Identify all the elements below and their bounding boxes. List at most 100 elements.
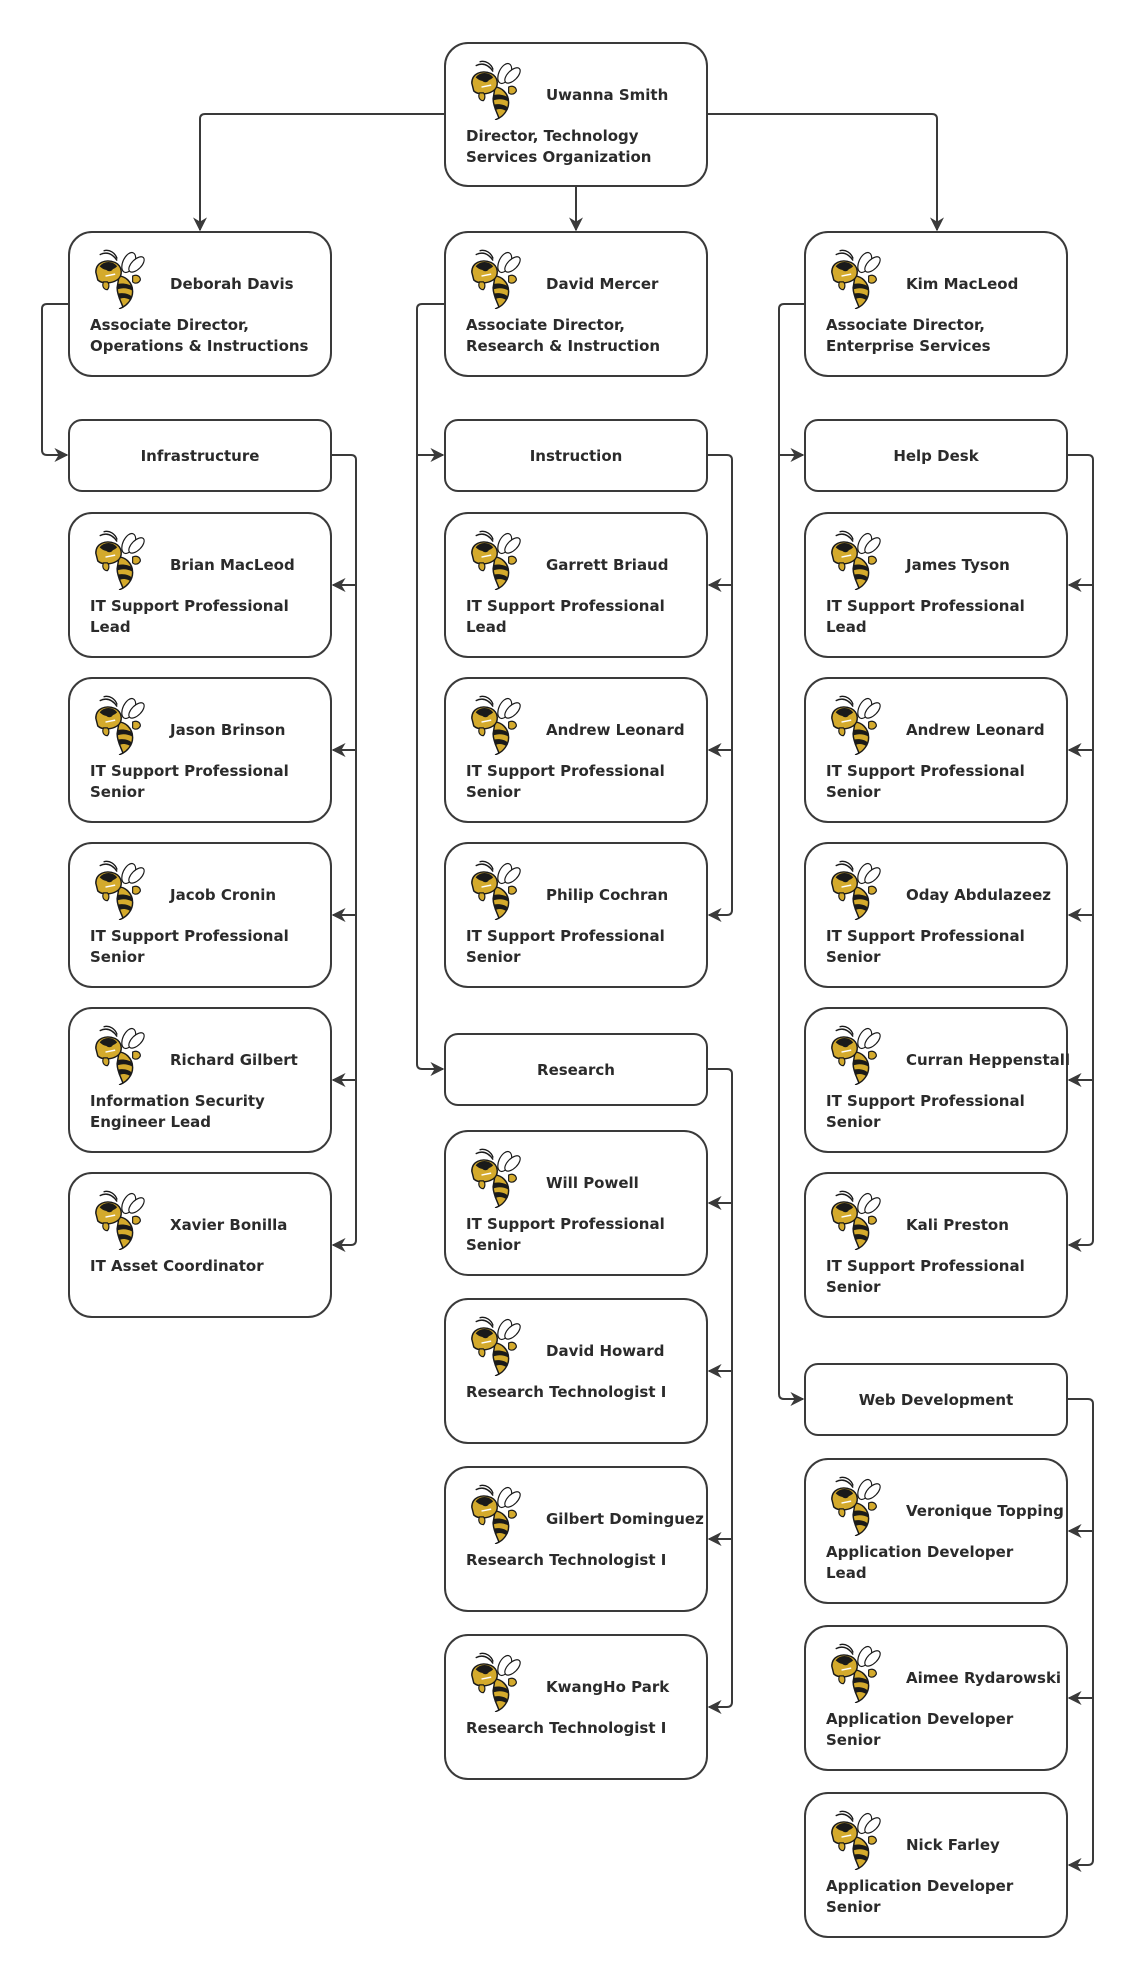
member-card[interactable]: James Tyson IT Support Professional Lead (804, 512, 1068, 658)
person-name: Andrew Leonard (906, 721, 1045, 739)
connector-manager-to-group (778, 303, 805, 1406)
job-title: IT Support Professional Senior (826, 927, 1025, 966)
job-title: IT Support Professional Senior (466, 762, 665, 801)
director-card[interactable]: Uwanna Smith Director, Technology Service… (444, 42, 708, 187)
person-name: Brian MacLeod (170, 556, 295, 574)
connector-group-to-member (1067, 1398, 1094, 1872)
member-card[interactable]: Garrett Briaud IT Support Professional Le… (444, 512, 708, 658)
yellow-jacket-mascot-icon (831, 1810, 884, 1870)
connector-group-to-member (707, 1068, 733, 1714)
manager-card[interactable]: Deborah Davis Associate Director, Operati… (68, 231, 332, 377)
yellow-jacket-mascot-icon (95, 695, 148, 755)
yellow-jacket-mascot-icon (95, 1190, 148, 1250)
member-card[interactable]: Andrew Leonard IT Support Professional Se… (444, 677, 708, 823)
team-group-box[interactable]: Infrastructure (68, 419, 332, 492)
yellow-jacket-mascot-icon (95, 530, 148, 590)
member-card[interactable]: Nick Farley Application Developer Senior (804, 1792, 1068, 1938)
person-name: David Howard (546, 1342, 665, 1360)
manager-card[interactable]: David Mercer Associate Director, Research… (444, 231, 708, 377)
job-title: Associate Director, Research & Instructi… (466, 316, 661, 355)
job-title: Application Developer Senior (826, 1710, 1014, 1749)
person-name: Xavier Bonilla (170, 1216, 288, 1234)
member-card[interactable]: Gilbert Dominguez Research Technologist I (444, 1466, 708, 1612)
job-title: IT Support Professional Senior (90, 927, 289, 966)
job-title: Application Developer Senior (826, 1877, 1014, 1916)
member-card[interactable]: Xavier Bonilla IT Asset Coordinator (68, 1172, 332, 1318)
member-card[interactable]: Veronique Topping Application Developer L… (804, 1458, 1068, 1604)
team-group-box[interactable]: Web Development (804, 1363, 1068, 1436)
yellow-jacket-mascot-icon (471, 1484, 524, 1544)
job-title: IT Asset Coordinator (90, 1257, 264, 1275)
person-name: James Tyson (906, 556, 1010, 574)
job-title: Associate Director, Operations & Instruc… (90, 316, 309, 355)
person-name: Richard Gilbert (170, 1051, 298, 1069)
member-card[interactable]: Philip Cochran IT Support Professional Se… (444, 842, 708, 988)
person-name: Andrew Leonard (546, 721, 685, 739)
yellow-jacket-mascot-icon (95, 1025, 148, 1085)
yellow-jacket-mascot-icon (831, 1643, 884, 1703)
person-name: Jacob Cronin (170, 886, 277, 904)
person-name: Kali Preston (906, 1216, 1009, 1234)
job-title: IT Support Professional Senior (826, 1092, 1025, 1131)
yellow-jacket-mascot-icon (471, 695, 524, 755)
member-card[interactable]: KwangHo Park Research Technologist I (444, 1634, 708, 1780)
team-group-box[interactable]: Instruction (444, 419, 708, 492)
person-name: Will Powell (546, 1174, 639, 1192)
person-name: Gilbert Dominguez (546, 1510, 704, 1528)
job-title: IT Support Professional Lead (90, 597, 289, 636)
person-name: Aimee Rydarowski (906, 1669, 1062, 1687)
yellow-jacket-mascot-icon (831, 860, 884, 920)
connector-manager-to-group (416, 303, 445, 1076)
job-title: Research Technologist I (466, 1383, 667, 1401)
person-name: Veronique Topping (906, 1502, 1064, 1520)
job-title: Associate Director, Enterprise Services (826, 316, 991, 355)
job-title: Information Security Engineer Lead (90, 1092, 265, 1131)
job-title: Research Technologist I (466, 1551, 667, 1569)
person-name: Curran Heppenstall (906, 1051, 1071, 1069)
job-title: IT Support Professional Senior (90, 762, 289, 801)
member-card[interactable]: Will Powell IT Support Professional Senio… (444, 1130, 708, 1276)
yellow-jacket-mascot-icon (95, 249, 148, 309)
yellow-jacket-mascot-icon (471, 1652, 524, 1712)
connector-manager-to-group (41, 303, 69, 462)
person-name: David Mercer (546, 275, 659, 293)
member-card[interactable]: Richard Gilbert Information Security Engi… (68, 1007, 332, 1153)
yellow-jacket-mascot-icon (471, 860, 524, 920)
yellow-jacket-mascot-icon (831, 530, 884, 590)
yellow-jacket-mascot-icon (831, 1190, 884, 1250)
connector-group-to-member (707, 454, 733, 922)
job-title: Application Developer Lead (826, 1543, 1014, 1582)
connector-group-to-member (331, 454, 357, 1252)
person-name: Uwanna Smith (546, 86, 669, 104)
member-card[interactable]: Aimee Rydarowski Application Developer Se… (804, 1625, 1068, 1771)
member-card[interactable]: Kali Preston IT Support Professional Seni… (804, 1172, 1068, 1318)
yellow-jacket-mascot-icon (831, 249, 884, 309)
person-name: Deborah Davis (170, 275, 294, 293)
member-card[interactable]: Andrew Leonard IT Support Professional Se… (804, 677, 1068, 823)
manager-card[interactable]: Kim MacLeod Associate Director, Enterpris… (804, 231, 1068, 377)
member-card[interactable]: Brian MacLeod IT Support Professional Lea… (68, 512, 332, 658)
member-card[interactable]: Oday Abdulazeez IT Support Professional S… (804, 842, 1068, 988)
person-name: Nick Farley (906, 1836, 1000, 1854)
yellow-jacket-mascot-icon (471, 1148, 524, 1208)
job-title: IT Support Professional Senior (466, 1215, 665, 1254)
team-group-box[interactable]: Research (444, 1033, 708, 1106)
team-group-box[interactable]: Help Desk (804, 419, 1068, 492)
yellow-jacket-mascot-icon (831, 1025, 884, 1085)
person-name: Philip Cochran (546, 886, 669, 904)
member-card[interactable]: Curran Heppenstall IT Support Professiona… (804, 1007, 1071, 1153)
job-title: IT Support Professional Lead (826, 597, 1025, 636)
member-card[interactable]: Jason Brinson IT Support Professional Sen… (68, 677, 332, 823)
team-group-label: Infrastructure (140, 446, 260, 465)
member-card[interactable]: David Howard Research Technologist I (444, 1298, 708, 1444)
person-name: Jason Brinson (170, 721, 286, 739)
team-group-label: Instruction (529, 446, 623, 465)
yellow-jacket-mascot-icon (471, 1316, 524, 1376)
job-title: Director, Technology Services Organizati… (466, 127, 652, 166)
yellow-jacket-mascot-icon (831, 1476, 884, 1536)
yellow-jacket-mascot-icon (471, 60, 524, 120)
connector-director-to-manager (708, 113, 944, 232)
yellow-jacket-mascot-icon (471, 249, 524, 309)
yellow-jacket-mascot-icon (471, 530, 524, 590)
member-card[interactable]: Jacob Cronin IT Support Professional Seni… (68, 842, 332, 988)
